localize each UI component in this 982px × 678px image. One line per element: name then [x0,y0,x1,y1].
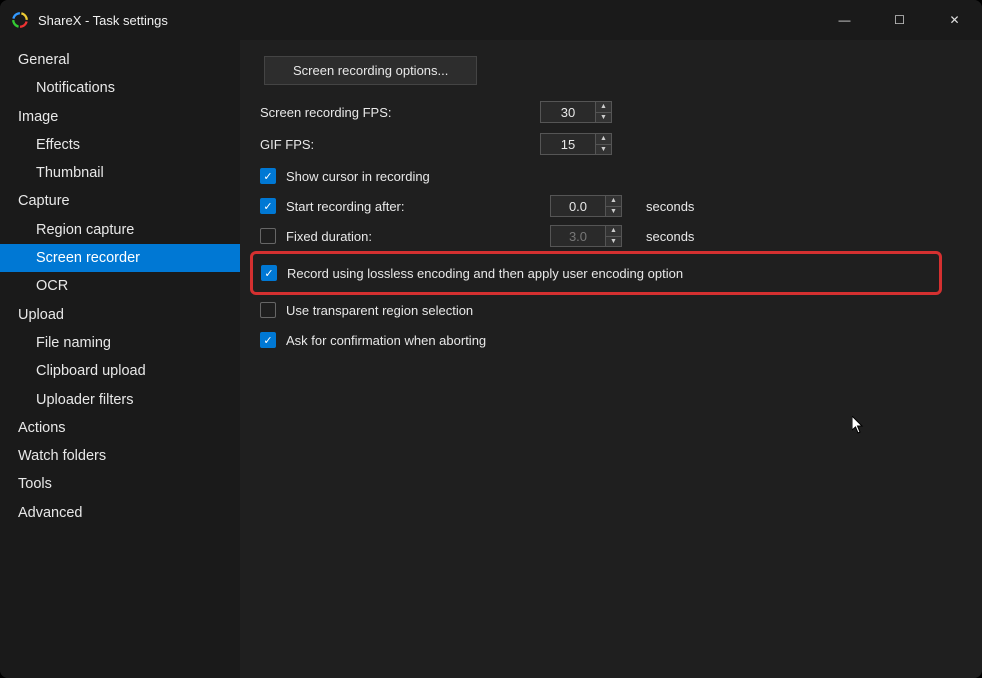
sidebar-item-capture[interactable]: Capture [0,187,240,215]
start-after-checkbox[interactable]: ✓ [260,198,276,214]
sidebar-item-actions[interactable]: Actions [0,414,240,442]
fixed-duration-input [551,226,605,246]
gif-fps-spinner[interactable]: ▲ ▼ [540,133,612,155]
window: ShareX - Task settings — ☐ ✕ GeneralNoti… [0,0,982,678]
main-panel: Screen recording options... Screen recor… [240,40,982,678]
sidebar-item-screen-recorder[interactable]: Screen recorder [0,244,240,272]
spinner-up-icon: ▲ [606,226,621,237]
spinner-up-icon[interactable]: ▲ [596,134,611,145]
spinner-up-icon[interactable]: ▲ [606,196,621,207]
sidebar-item-general[interactable]: General [0,46,240,74]
fps-input[interactable] [541,102,595,122]
spinner-up-icon[interactable]: ▲ [596,102,611,113]
highlight-annotation: ✓ Record using lossless encoding and the… [250,251,942,295]
fixed-duration-spinner: ▲ ▼ [550,225,622,247]
sidebar-item-thumbnail[interactable]: Thumbnail [0,159,240,187]
transparent-region-label: Use transparent region selection [286,303,473,318]
sidebar-item-region-capture[interactable]: Region capture [0,216,240,244]
start-after-input[interactable] [551,196,605,216]
spinner-down-icon[interactable]: ▼ [596,145,611,155]
fixed-duration-checkbox[interactable] [260,228,276,244]
minimize-button[interactable]: — [817,0,872,40]
titlebar: ShareX - Task settings — ☐ ✕ [0,0,982,40]
fixed-duration-unit: seconds [646,229,694,244]
spinner-down-icon: ▼ [606,237,621,247]
app-icon [10,10,30,30]
gif-fps-label: GIF FPS: [260,137,540,152]
window-controls: — ☐ ✕ [817,0,982,40]
close-button[interactable]: ✕ [927,0,982,40]
sidebar-item-upload[interactable]: Upload [0,301,240,329]
fps-label: Screen recording FPS: [260,105,540,120]
sidebar-item-clipboard-upload[interactable]: Clipboard upload [0,357,240,385]
ask-confirmation-label: Ask for confirmation when aborting [286,333,486,348]
transparent-region-checkbox[interactable] [260,302,276,318]
sidebar-item-advanced[interactable]: Advanced [0,499,240,527]
sidebar-item-notifications[interactable]: Notifications [0,74,240,102]
window-title: ShareX - Task settings [38,13,168,28]
ask-confirmation-checkbox[interactable]: ✓ [260,332,276,348]
start-after-unit: seconds [646,199,694,214]
spinner-down-icon[interactable]: ▼ [606,207,621,217]
fps-spinner[interactable]: ▲ ▼ [540,101,612,123]
sidebar-item-image[interactable]: Image [0,103,240,131]
gif-fps-input[interactable] [541,134,595,154]
sidebar-item-ocr[interactable]: OCR [0,272,240,300]
start-after-label: Start recording after: [286,199,540,214]
spinner-down-icon[interactable]: ▼ [596,113,611,123]
sidebar-item-uploader-filters[interactable]: Uploader filters [0,386,240,414]
sidebar: GeneralNotificationsImageEffectsThumbnai… [0,40,240,678]
show-cursor-checkbox[interactable]: ✓ [260,168,276,184]
lossless-label: Record using lossless encoding and then … [287,266,683,281]
fixed-duration-label: Fixed duration: [286,229,540,244]
lossless-checkbox[interactable]: ✓ [261,265,277,281]
content: GeneralNotificationsImageEffectsThumbnai… [0,40,982,678]
start-after-spinner[interactable]: ▲ ▼ [550,195,622,217]
maximize-button[interactable]: ☐ [872,0,927,40]
sidebar-item-watch-folders[interactable]: Watch folders [0,442,240,470]
sidebar-item-effects[interactable]: Effects [0,131,240,159]
sidebar-item-file-naming[interactable]: File naming [0,329,240,357]
sidebar-item-tools[interactable]: Tools [0,470,240,498]
screen-recording-options-button[interactable]: Screen recording options... [264,56,477,85]
show-cursor-label: Show cursor in recording [286,169,430,184]
